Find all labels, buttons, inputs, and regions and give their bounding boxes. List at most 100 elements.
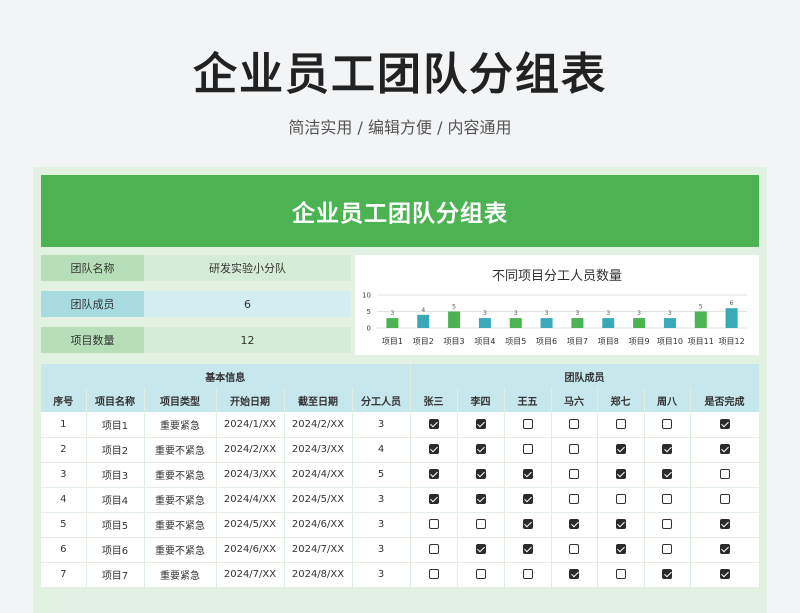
cell-end[interactable]: 2024/7/XX: [284, 537, 353, 563]
cell-no[interactable]: 2: [41, 437, 87, 463]
unchecked-checkbox[interactable]: [569, 544, 579, 554]
cell-no[interactable]: 6: [41, 537, 87, 563]
checked-checkbox[interactable]: [475, 469, 486, 479]
checked-checkbox[interactable]: [569, 519, 579, 529]
unchecked-checkbox[interactable]: [569, 469, 579, 479]
cell-type[interactable]: 重要紧急: [144, 562, 217, 588]
cell-start[interactable]: 2024/1/XX: [216, 412, 285, 438]
cell-start[interactable]: 2024/6/XX: [216, 537, 285, 563]
info-value[interactable]: 研发实验小分队: [144, 255, 351, 281]
bar: [694, 311, 707, 328]
checked-checkbox[interactable]: [615, 469, 626, 479]
cell-count[interactable]: 3: [352, 412, 411, 438]
cell-count[interactable]: 3: [352, 537, 411, 563]
unchecked-checkbox[interactable]: [475, 569, 486, 579]
cell-type[interactable]: 重要紧急: [144, 412, 217, 438]
cell-type[interactable]: 重要不紧急: [144, 487, 217, 513]
unchecked-checkbox[interactable]: [719, 469, 730, 479]
checked-checkbox[interactable]: [428, 444, 439, 454]
unchecked-checkbox[interactable]: [615, 418, 626, 429]
checked-checkbox[interactable]: [428, 469, 439, 479]
unchecked-checkbox[interactable]: [662, 544, 672, 554]
unchecked-checkbox[interactable]: [569, 444, 579, 454]
checked-checkbox[interactable]: [475, 494, 486, 504]
checked-checkbox[interactable]: [428, 418, 439, 429]
checked-checkbox[interactable]: [475, 444, 486, 454]
unchecked-checkbox[interactable]: [662, 418, 672, 429]
cell-name[interactable]: 项目6: [86, 537, 145, 563]
info-value[interactable]: 12: [144, 327, 351, 353]
checked-checkbox[interactable]: [475, 544, 486, 554]
cell-no[interactable]: 3: [41, 462, 87, 488]
cell-type[interactable]: 重要不紧急: [144, 512, 217, 538]
checked-checkbox[interactable]: [719, 519, 730, 529]
cell-start[interactable]: 2024/4/XX: [216, 487, 285, 513]
checked-checkbox[interactable]: [522, 519, 533, 529]
checked-checkbox[interactable]: [662, 569, 672, 579]
cell-checkbox: [551, 462, 598, 488]
cell-start[interactable]: 2024/2/XX: [216, 437, 285, 463]
cell-name[interactable]: 项目2: [86, 437, 145, 463]
checked-checkbox[interactable]: [428, 494, 439, 504]
cell-start[interactable]: 2024/7/XX: [216, 562, 285, 588]
checked-checkbox[interactable]: [719, 544, 730, 554]
cell-end[interactable]: 2024/2/XX: [284, 412, 353, 438]
cell-count[interactable]: 5: [352, 462, 411, 488]
checked-checkbox[interactable]: [569, 569, 579, 579]
bar: [386, 318, 399, 328]
cell-start[interactable]: 2024/3/XX: [216, 462, 285, 488]
checked-checkbox[interactable]: [522, 469, 533, 479]
cell-no[interactable]: 4: [41, 487, 87, 513]
unchecked-checkbox[interactable]: [522, 444, 533, 454]
unchecked-checkbox[interactable]: [475, 519, 486, 529]
unchecked-checkbox[interactable]: [522, 569, 533, 579]
checked-checkbox[interactable]: [662, 444, 672, 454]
cell-no[interactable]: 5: [41, 512, 87, 538]
unchecked-checkbox[interactable]: [428, 569, 439, 579]
checked-checkbox[interactable]: [615, 544, 626, 554]
cell-name[interactable]: 项目4: [86, 487, 145, 513]
checked-checkbox[interactable]: [475, 418, 486, 429]
column-header: 项目名称: [86, 388, 145, 412]
cell-name[interactable]: 项目7: [86, 562, 145, 588]
cell-count[interactable]: 3: [352, 562, 411, 588]
cell-no[interactable]: 1: [41, 412, 87, 438]
cell-name[interactable]: 项目3: [86, 462, 145, 488]
checked-checkbox[interactable]: [615, 444, 626, 454]
cell-end[interactable]: 2024/5/XX: [284, 487, 353, 513]
unchecked-checkbox[interactable]: [662, 519, 672, 529]
cell-count[interactable]: 3: [352, 487, 411, 513]
cell-name[interactable]: 项目1: [86, 412, 145, 438]
cell-start[interactable]: 2024/5/XX: [216, 512, 285, 538]
checked-checkbox[interactable]: [522, 544, 533, 554]
unchecked-checkbox[interactable]: [569, 494, 579, 504]
unchecked-checkbox[interactable]: [615, 569, 626, 579]
cell-end[interactable]: 2024/8/XX: [284, 562, 353, 588]
cell-name[interactable]: 项目5: [86, 512, 145, 538]
checked-checkbox[interactable]: [719, 418, 730, 429]
checked-checkbox[interactable]: [615, 519, 626, 529]
cell-count[interactable]: 3: [352, 512, 411, 538]
checked-checkbox[interactable]: [719, 569, 730, 579]
unchecked-checkbox[interactable]: [522, 418, 533, 429]
cell-type[interactable]: 重要不紧急: [144, 437, 217, 463]
unchecked-checkbox[interactable]: [615, 494, 626, 504]
table-row: 7 项目7 重要紧急 2024/7/XX 2024/8/XX 3: [41, 562, 760, 588]
info-value[interactable]: 6: [144, 291, 351, 317]
cell-no[interactable]: 7: [41, 562, 87, 588]
unchecked-checkbox[interactable]: [569, 418, 579, 429]
cell-end[interactable]: 2024/3/XX: [284, 437, 353, 463]
cell-checkbox: [644, 487, 691, 513]
cell-type[interactable]: 重要不紧急: [144, 537, 217, 563]
cell-end[interactable]: 2024/4/XX: [284, 462, 353, 488]
cell-type[interactable]: 重要不紧急: [144, 462, 217, 488]
checked-checkbox[interactable]: [662, 469, 672, 479]
checked-checkbox[interactable]: [522, 494, 533, 504]
unchecked-checkbox[interactable]: [662, 494, 672, 504]
checked-checkbox[interactable]: [719, 444, 730, 454]
unchecked-checkbox[interactable]: [428, 544, 439, 554]
cell-count[interactable]: 4: [352, 437, 411, 463]
unchecked-checkbox[interactable]: [719, 494, 730, 504]
cell-end[interactable]: 2024/6/XX: [284, 512, 353, 538]
unchecked-checkbox[interactable]: [428, 519, 439, 529]
